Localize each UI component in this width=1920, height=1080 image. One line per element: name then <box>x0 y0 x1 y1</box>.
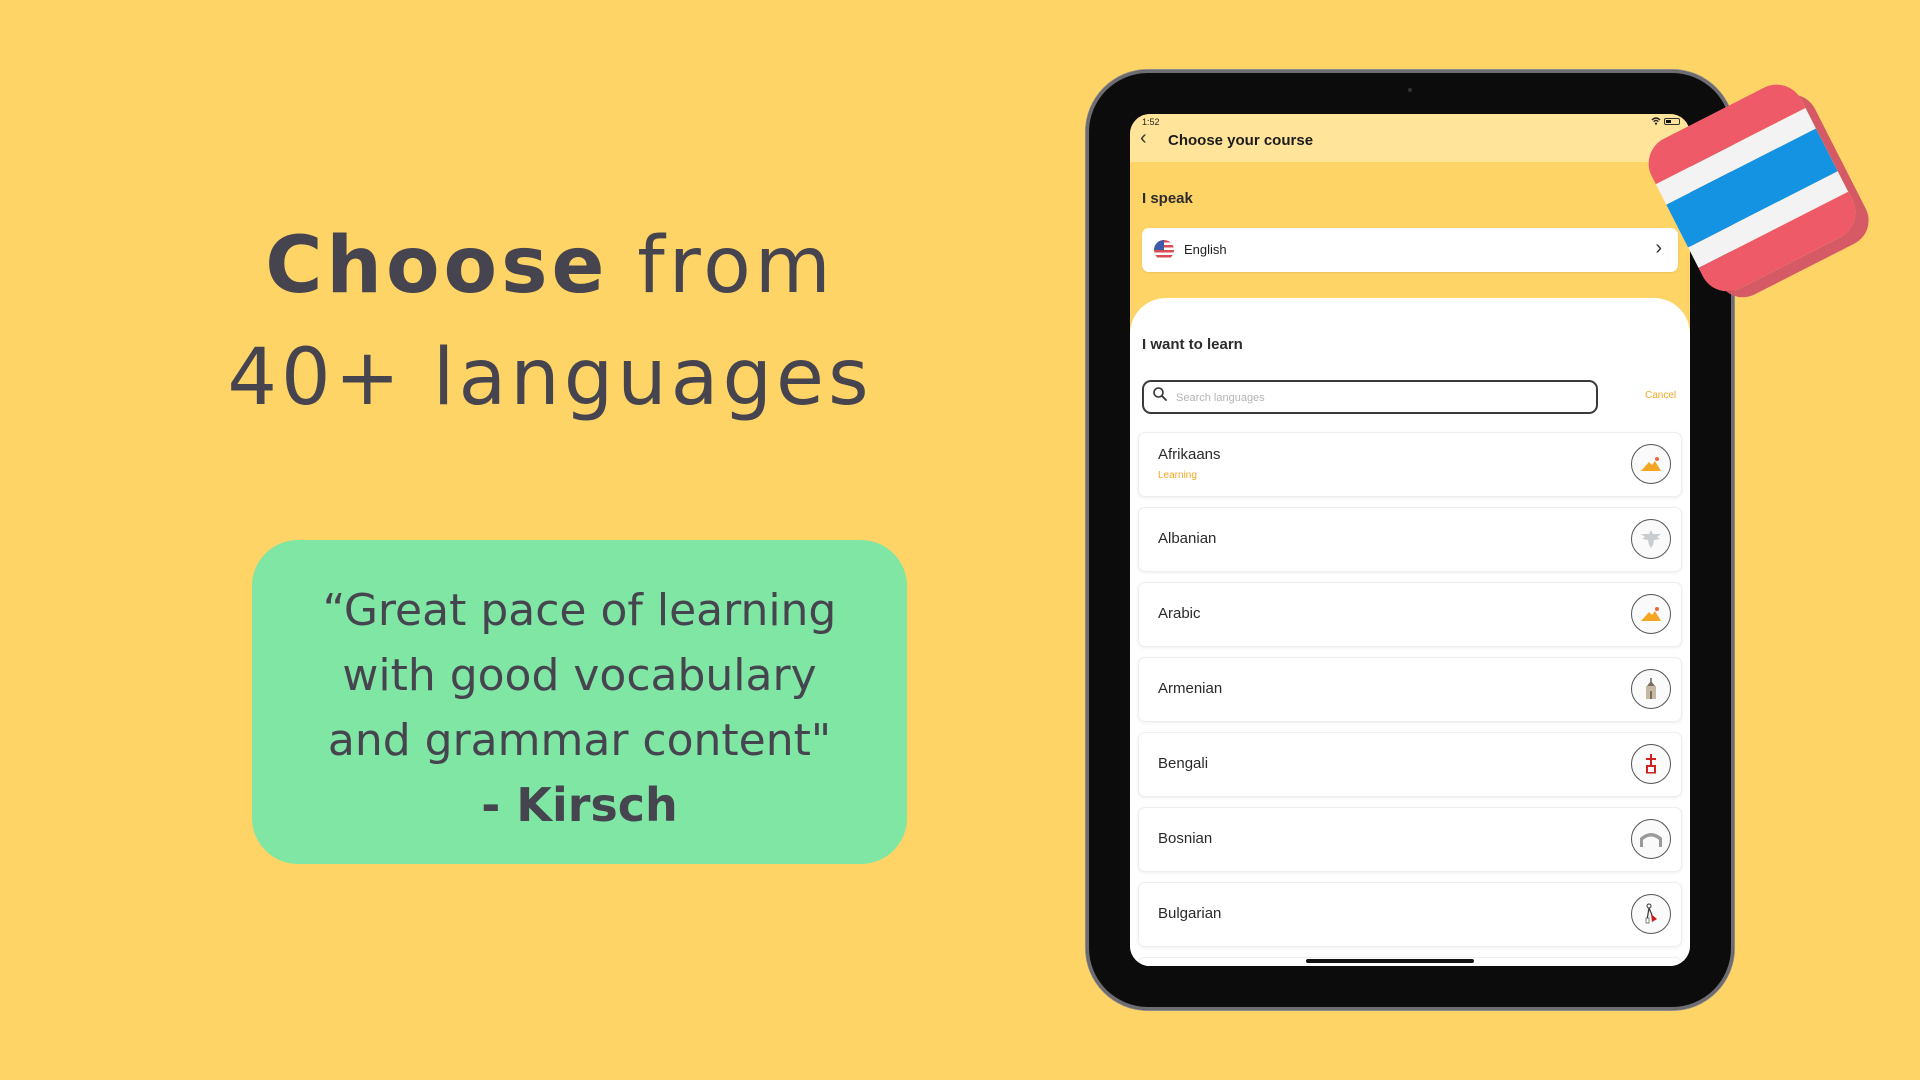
cancel-button[interactable]: Cancel <box>1645 390 1676 401</box>
language-list: Afrikaans Learning Albanian Arabic Armen… <box>1138 432 1682 966</box>
language-row-armenian[interactable]: Armenian <box>1138 657 1682 722</box>
language-row-albanian[interactable]: Albanian <box>1138 507 1682 572</box>
mountain-sun-icon <box>1631 594 1671 634</box>
chevron-right-icon: › <box>1655 237 1662 259</box>
learning-status: Learning <box>1158 470 1197 481</box>
quote-line: with good vocabulary <box>342 650 817 701</box>
us-flag-icon <box>1154 240 1174 260</box>
headline-bold: Choose <box>265 221 609 311</box>
eagle-emblem-icon <box>1631 519 1671 559</box>
language-row-bulgarian[interactable]: Bulgarian <box>1138 882 1682 947</box>
language-name: Bengali <box>1158 755 1209 772</box>
testimonial-card: “Great pace of learning with good vocabu… <box>252 540 907 864</box>
language-name: Albanian <box>1158 530 1217 547</box>
learn-sheet: I want to learn Cancel Afrikaans Learnin… <box>1130 298 1690 966</box>
language-row-afrikaans[interactable]: Afrikaans Learning <box>1138 432 1682 497</box>
mountain-sun-icon <box>1631 444 1671 484</box>
speak-label: I speak <box>1142 190 1193 207</box>
page-title: Choose your course <box>1168 132 1314 149</box>
home-indicator[interactable] <box>1306 959 1474 963</box>
native-language-selector[interactable]: English › <box>1142 228 1678 272</box>
camera-dot <box>1408 88 1412 92</box>
headline: Choose from 40+ languages <box>200 210 900 434</box>
quote-line: and grammar content" <box>327 715 832 766</box>
language-row-bengali[interactable]: Bengali <box>1138 732 1682 797</box>
quote-line: “Great pace of learning <box>322 585 837 636</box>
bengali-glyph-icon <box>1631 744 1671 784</box>
wifi-icon <box>1651 117 1661 125</box>
headline-rest: from <box>637 221 835 311</box>
tablet-screen: 1:52 ‹ Choose your course I speak Englis… <box>1130 114 1690 966</box>
search-icon <box>1153 387 1167 401</box>
church-icon <box>1631 669 1671 709</box>
native-language-value: English <box>1184 242 1227 257</box>
battery-icon <box>1664 117 1680 125</box>
language-name: Bosnian <box>1158 830 1213 847</box>
language-row-arabic[interactable]: Arabic <box>1138 582 1682 647</box>
bridge-icon <box>1631 819 1671 859</box>
martenitsa-icon <box>1631 894 1671 934</box>
language-name: Afrikaans <box>1158 446 1221 463</box>
back-button[interactable]: ‹ <box>1140 128 1147 148</box>
language-row-bosnian[interactable]: Bosnian <box>1138 807 1682 872</box>
language-name: Armenian <box>1158 680 1223 697</box>
search-box[interactable] <box>1142 380 1598 414</box>
status-time: 1:52 <box>1142 117 1160 127</box>
language-name: Arabic <box>1158 605 1201 622</box>
app-header: 1:52 ‹ Choose your course <box>1130 114 1690 162</box>
quote-author: - Kirsch <box>481 778 678 832</box>
headline-line-1: Choose from <box>200 210 900 322</box>
search-input[interactable] <box>1174 387 1578 409</box>
learn-label: I want to learn <box>1142 336 1243 353</box>
status-icons <box>1651 117 1680 125</box>
language-name: Bulgarian <box>1158 905 1222 922</box>
headline-line-2: 40+ languages <box>227 333 873 423</box>
